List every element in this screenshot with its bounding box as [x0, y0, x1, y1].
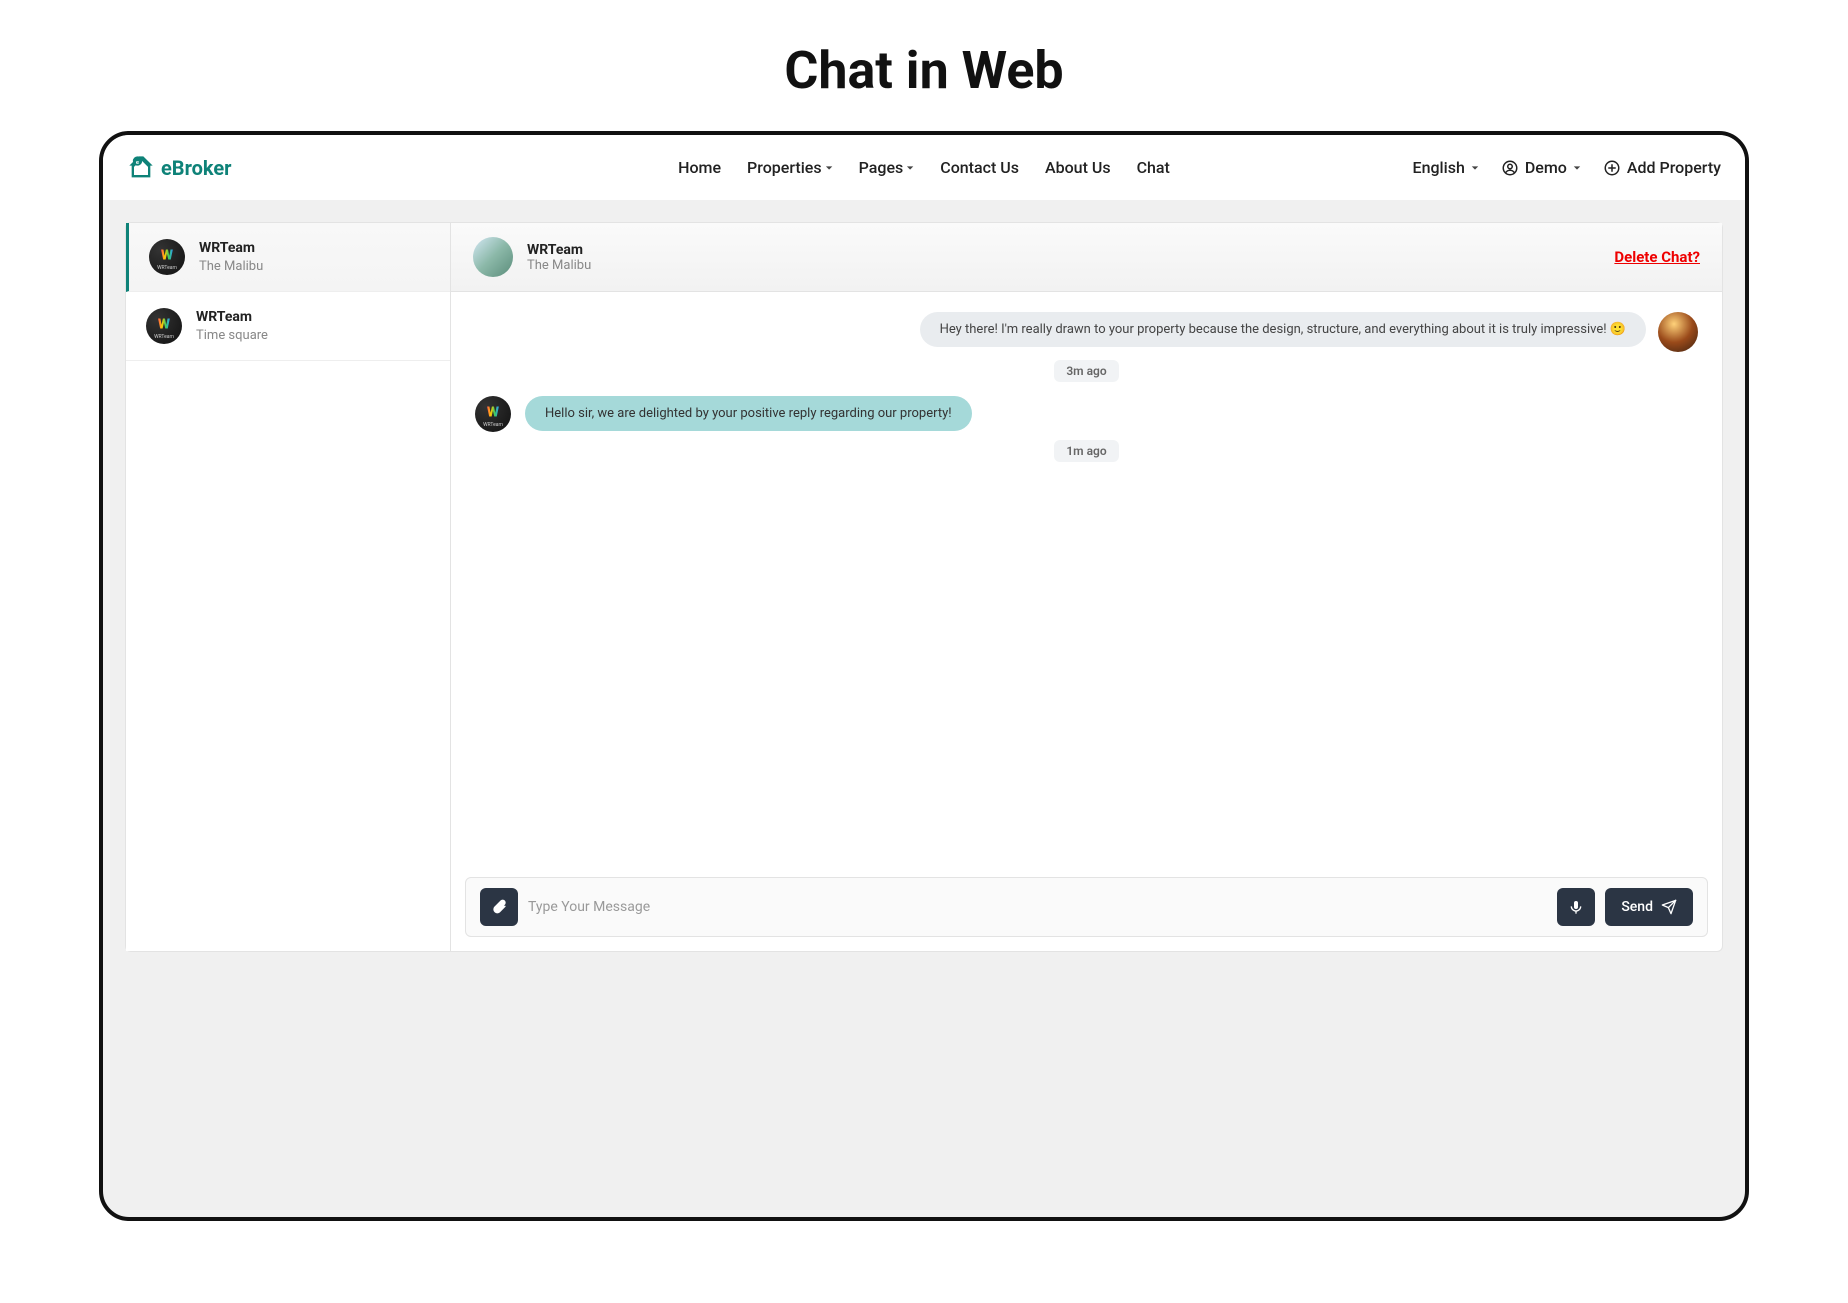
chevron-down-icon: [825, 164, 833, 172]
sidebar-item-timesquare[interactable]: WRTeam Time square: [126, 292, 450, 361]
user-circle-icon: [1501, 159, 1519, 177]
navbar: e eBroker Home Properties Pages Contact …: [103, 135, 1745, 200]
nav-pages-label: Pages: [859, 158, 904, 177]
send-icon: [1661, 899, 1677, 915]
nav-properties[interactable]: Properties: [747, 158, 833, 177]
brand-name: eBroker: [161, 156, 232, 180]
timestamp: 3m ago: [1054, 360, 1118, 382]
nav-pages[interactable]: Pages: [859, 158, 915, 177]
sidebar-item-name: WRTeam: [196, 309, 268, 325]
user-menu[interactable]: Demo: [1501, 158, 1581, 177]
sidebar-item-name: WRTeam: [199, 240, 263, 256]
paperclip-icon: [491, 899, 507, 915]
delete-chat-button[interactable]: Delete Chat?: [1614, 248, 1700, 266]
sidebar-item-property: The Malibu: [199, 259, 263, 274]
main-area: WRTeam The Malibu WRTeam Time square: [103, 200, 1745, 974]
chat-pane: WRTeam The Malibu Delete Chat? Hey there…: [451, 223, 1722, 951]
add-property-button[interactable]: Add Property: [1603, 158, 1721, 177]
timestamp-row: 1m ago: [475, 440, 1698, 462]
language-selector[interactable]: English: [1413, 158, 1479, 177]
nav-chat[interactable]: Chat: [1137, 158, 1170, 177]
nav-about[interactable]: About Us: [1045, 158, 1111, 177]
chat-input-bar: Send: [465, 877, 1708, 937]
message-input[interactable]: [528, 899, 1547, 915]
nav-properties-label: Properties: [747, 158, 822, 177]
message-bubble: Hello sir, we are delighted by your posi…: [525, 396, 972, 431]
message-bubble: Hey there! I'm really drawn to your prop…: [920, 312, 1646, 347]
timestamp: 1m ago: [1054, 440, 1118, 462]
app-frame: e eBroker Home Properties Pages Contact …: [99, 131, 1749, 1221]
send-label: Send: [1621, 899, 1653, 915]
microphone-icon: [1568, 899, 1584, 915]
chat-header: WRTeam The Malibu Delete Chat?: [451, 223, 1722, 292]
sender-avatar: [475, 396, 511, 432]
message-row-incoming: Hello sir, we are delighted by your posi…: [475, 396, 1698, 432]
house-icon: e: [127, 154, 155, 182]
sender-avatar: [1658, 312, 1698, 352]
sidebar-item-property: Time square: [196, 328, 268, 343]
send-button[interactable]: Send: [1605, 888, 1693, 926]
user-label: Demo: [1525, 158, 1567, 177]
message-row-outgoing: Hey there! I'm really drawn to your prop…: [475, 312, 1698, 352]
chat-header-property: The Malibu: [527, 258, 591, 273]
add-property-label: Add Property: [1627, 158, 1721, 177]
chat-header-name: WRTeam: [527, 242, 591, 258]
voice-button[interactable]: [1557, 888, 1595, 926]
avatar: [146, 308, 182, 344]
chat-body: Hey there! I'm really drawn to your prop…: [451, 292, 1722, 863]
chat-header-avatar: [473, 237, 513, 277]
brand-logo[interactable]: e eBroker: [127, 154, 232, 182]
page-title: Chat in Web: [0, 0, 1848, 131]
attach-button[interactable]: [480, 888, 518, 926]
chevron-down-icon: [1471, 164, 1479, 172]
plus-circle-icon: [1603, 159, 1621, 177]
chat-sidebar: WRTeam The Malibu WRTeam Time square: [126, 223, 451, 951]
timestamp-row: 3m ago: [475, 360, 1698, 382]
svg-text:e: e: [136, 159, 139, 165]
avatar: [149, 239, 185, 275]
chevron-down-icon: [1573, 164, 1581, 172]
nav-contact[interactable]: Contact Us: [940, 158, 1019, 177]
chat-container: WRTeam The Malibu WRTeam Time square: [125, 222, 1723, 952]
nav-home[interactable]: Home: [678, 158, 721, 177]
language-label: English: [1413, 158, 1465, 177]
sidebar-item-malibu[interactable]: WRTeam The Malibu: [126, 223, 450, 292]
chevron-down-icon: [906, 164, 914, 172]
